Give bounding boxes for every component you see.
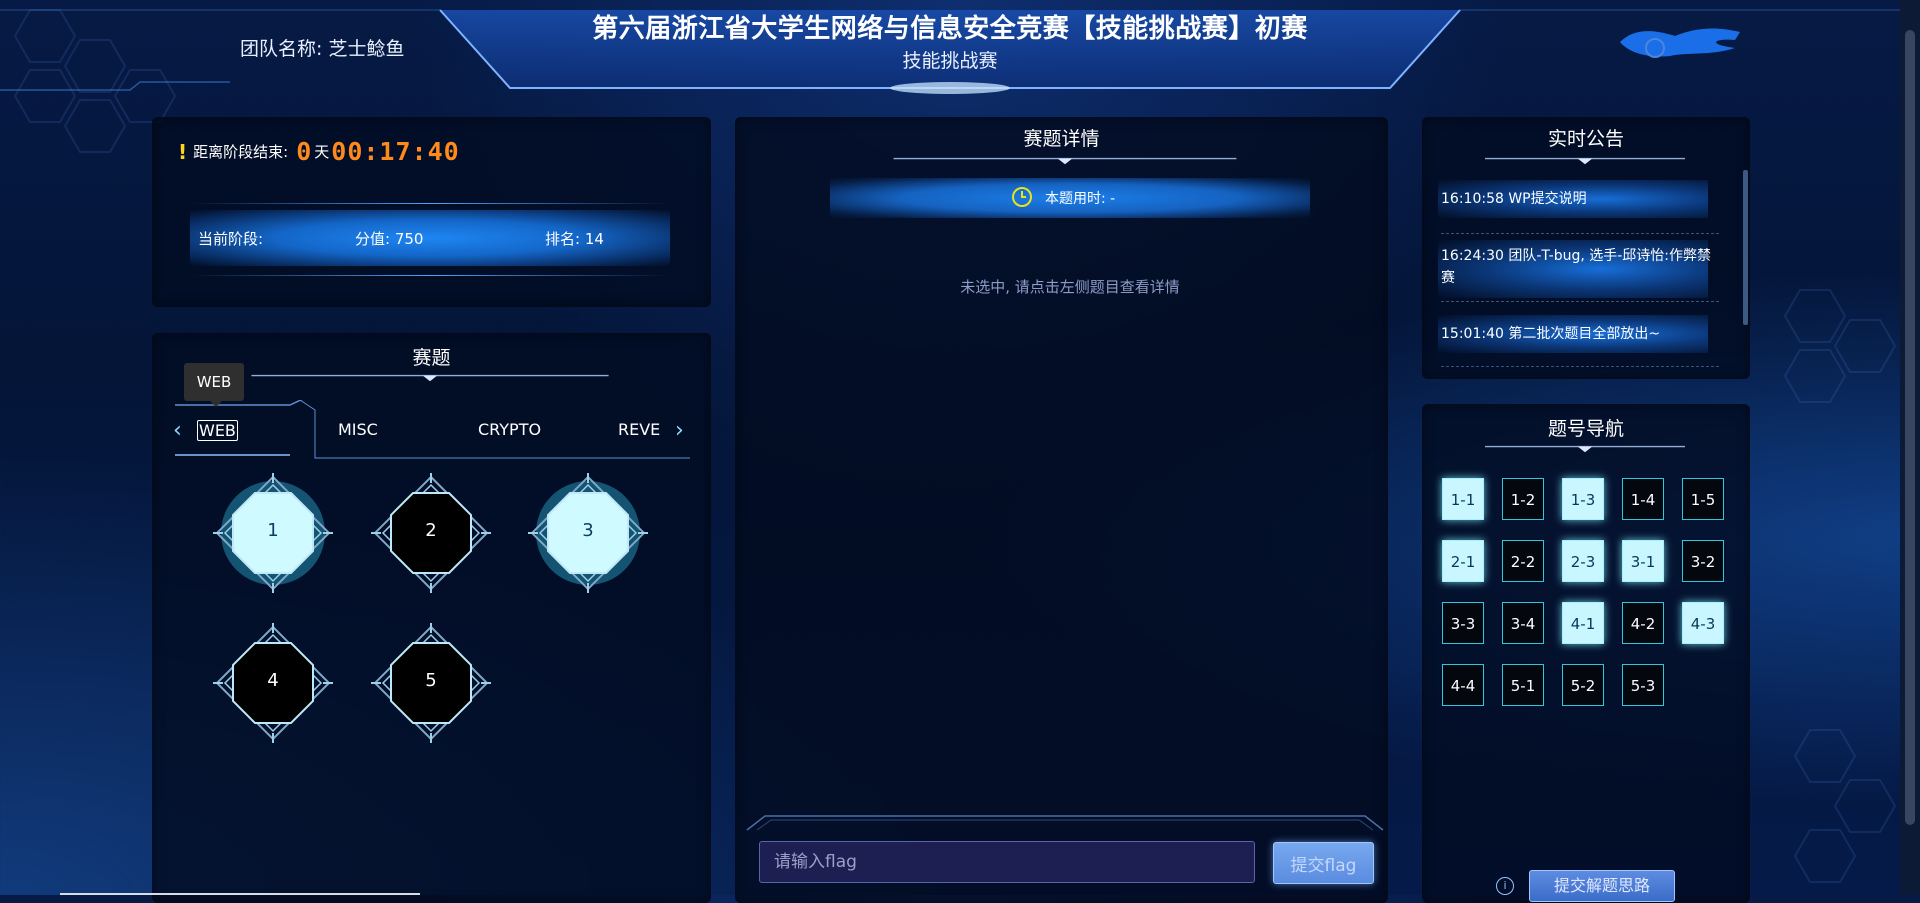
title-underline: [1485, 157, 1685, 165]
nav-cell-2-2[interactable]: 2-2: [1502, 540, 1544, 582]
nav-cell-4-4[interactable]: 4-4: [1442, 664, 1484, 706]
countdown: ! 距离阶段结束: 0 天 00:17:40: [178, 137, 460, 166]
time-used: 本题用时: -: [1045, 191, 1116, 207]
announcement-scrollbar[interactable]: [1743, 170, 1748, 325]
challenge-number: 3: [582, 520, 594, 541]
challenge-number: 2: [425, 520, 437, 541]
countdown-day-unit: 天: [314, 143, 330, 161]
announcement-item[interactable]: 16:10:58 WP提交说明: [1441, 188, 1716, 210]
score-label: 分值: 750: [355, 230, 424, 248]
nav-cell-3-2[interactable]: 3-2: [1682, 540, 1724, 582]
user-avatar-redacted[interactable]: [1615, 22, 1745, 62]
divider: [190, 275, 670, 276]
page-header: 团队名称: 芝士鲶鱼 第六届浙江省大学生网络与信息安全竞赛【技能挑战赛】初赛 技…: [0, 0, 1900, 94]
page-scrollbar-thumb[interactable]: [1905, 30, 1915, 825]
submit-flag-button[interactable]: 提交flag: [1273, 842, 1374, 884]
stage-info-bar: 当前阶段: 分值: 750 排名: 14: [190, 210, 670, 266]
divider: [1441, 233, 1719, 234]
challenge-card-4[interactable]: 4: [213, 623, 333, 743]
title-underline: [1485, 445, 1685, 453]
tabs-prev-arrow[interactable]: ‹: [173, 418, 182, 443]
nav-cell-1-5[interactable]: 1-5: [1682, 478, 1724, 520]
category-tabs: ‹ WEB MISC CRYPTO REVE ›: [170, 400, 690, 460]
nav-cell-1-1[interactable]: 1-1: [1442, 478, 1484, 520]
nav-cell-3-1[interactable]: 3-1: [1622, 540, 1664, 582]
hexagon-pattern-right: [1783, 289, 1897, 403]
tab-web[interactable]: WEB: [197, 420, 238, 441]
nav-cell-5-3[interactable]: 5-3: [1622, 664, 1664, 706]
tab-reverse[interactable]: REVE: [618, 420, 660, 439]
announcement-item[interactable]: 15:01:40 第二批次题目全部放出~: [1441, 323, 1716, 345]
flag-input[interactable]: [759, 841, 1255, 883]
challenge-number: 4: [267, 670, 279, 691]
warning-icon: !: [178, 139, 188, 164]
tab-crypto[interactable]: CRYPTO: [478, 420, 541, 439]
announcement-item[interactable]: 16:24:30 团队-T-bug, 选手-邱诗怡:作弊禁赛: [1441, 245, 1716, 289]
stage-label: 当前阶段:: [198, 230, 264, 248]
challenge-number: 1: [267, 520, 279, 541]
challenge-card-2[interactable]: 2: [371, 473, 491, 593]
nav-cell-3-3[interactable]: 3-3: [1442, 602, 1484, 644]
title-underline: [251, 374, 609, 382]
rank-label: 排名: 14: [545, 230, 604, 248]
countdown-days: 0: [296, 137, 313, 166]
challenge-card-1[interactable]: 1: [213, 473, 333, 593]
challenge-card-3[interactable]: 3: [528, 473, 648, 593]
divider: [190, 203, 670, 204]
challenge-number: 5: [425, 670, 437, 691]
countdown-time: 00:17:40: [331, 137, 460, 166]
announcement-panel-title: 实时公告: [1547, 128, 1624, 150]
title-underline: [893, 157, 1237, 165]
countdown-label: 距离阶段结束:: [193, 143, 289, 161]
nav-cell-1-2[interactable]: 1-2: [1502, 478, 1544, 520]
submit-writeup-button[interactable]: 提交解题思路: [1529, 870, 1675, 902]
navigator-panel-title: 题号导航: [1547, 418, 1624, 440]
divider: [1441, 301, 1719, 302]
page-scrollbar[interactable]: [1900, 0, 1920, 895]
tab-misc[interactable]: MISC: [338, 420, 378, 439]
nav-cell-4-1[interactable]: 4-1: [1562, 602, 1604, 644]
tabs-frame: [175, 400, 690, 459]
divider: [1441, 366, 1719, 367]
nav-cell-1-3[interactable]: 1-3: [1562, 478, 1604, 520]
no-selection-hint: 未选中, 请点击左侧题目查看详情: [960, 278, 1180, 296]
nav-cell-1-4[interactable]: 1-4: [1622, 478, 1664, 520]
clock-icon: [1012, 187, 1032, 207]
detail-panel: [735, 117, 1388, 903]
nav-cell-5-1[interactable]: 5-1: [1502, 664, 1544, 706]
challenge-card-5[interactable]: 5: [371, 623, 491, 743]
nav-cell-4-3[interactable]: 4-3: [1682, 602, 1724, 644]
flag-area-frame: [746, 815, 1384, 831]
time-used-bar: 本题用时: -: [830, 178, 1310, 218]
info-icon[interactable]: i: [1496, 877, 1514, 895]
tabs-next-arrow[interactable]: ›: [675, 418, 684, 443]
detail-panel-title: 赛题详情: [1023, 128, 1100, 150]
nav-cell-3-4[interactable]: 3-4: [1502, 602, 1544, 644]
hexagon-pattern-bottom-right: [1793, 729, 1897, 883]
tab-tooltip: WEB: [184, 363, 244, 407]
nav-cell-2-3[interactable]: 2-3: [1562, 540, 1604, 582]
nav-cell-2-1[interactable]: 2-1: [1442, 540, 1484, 582]
nav-cell-4-2[interactable]: 4-2: [1622, 602, 1664, 644]
nav-cell-5-2[interactable]: 5-2: [1562, 664, 1604, 706]
